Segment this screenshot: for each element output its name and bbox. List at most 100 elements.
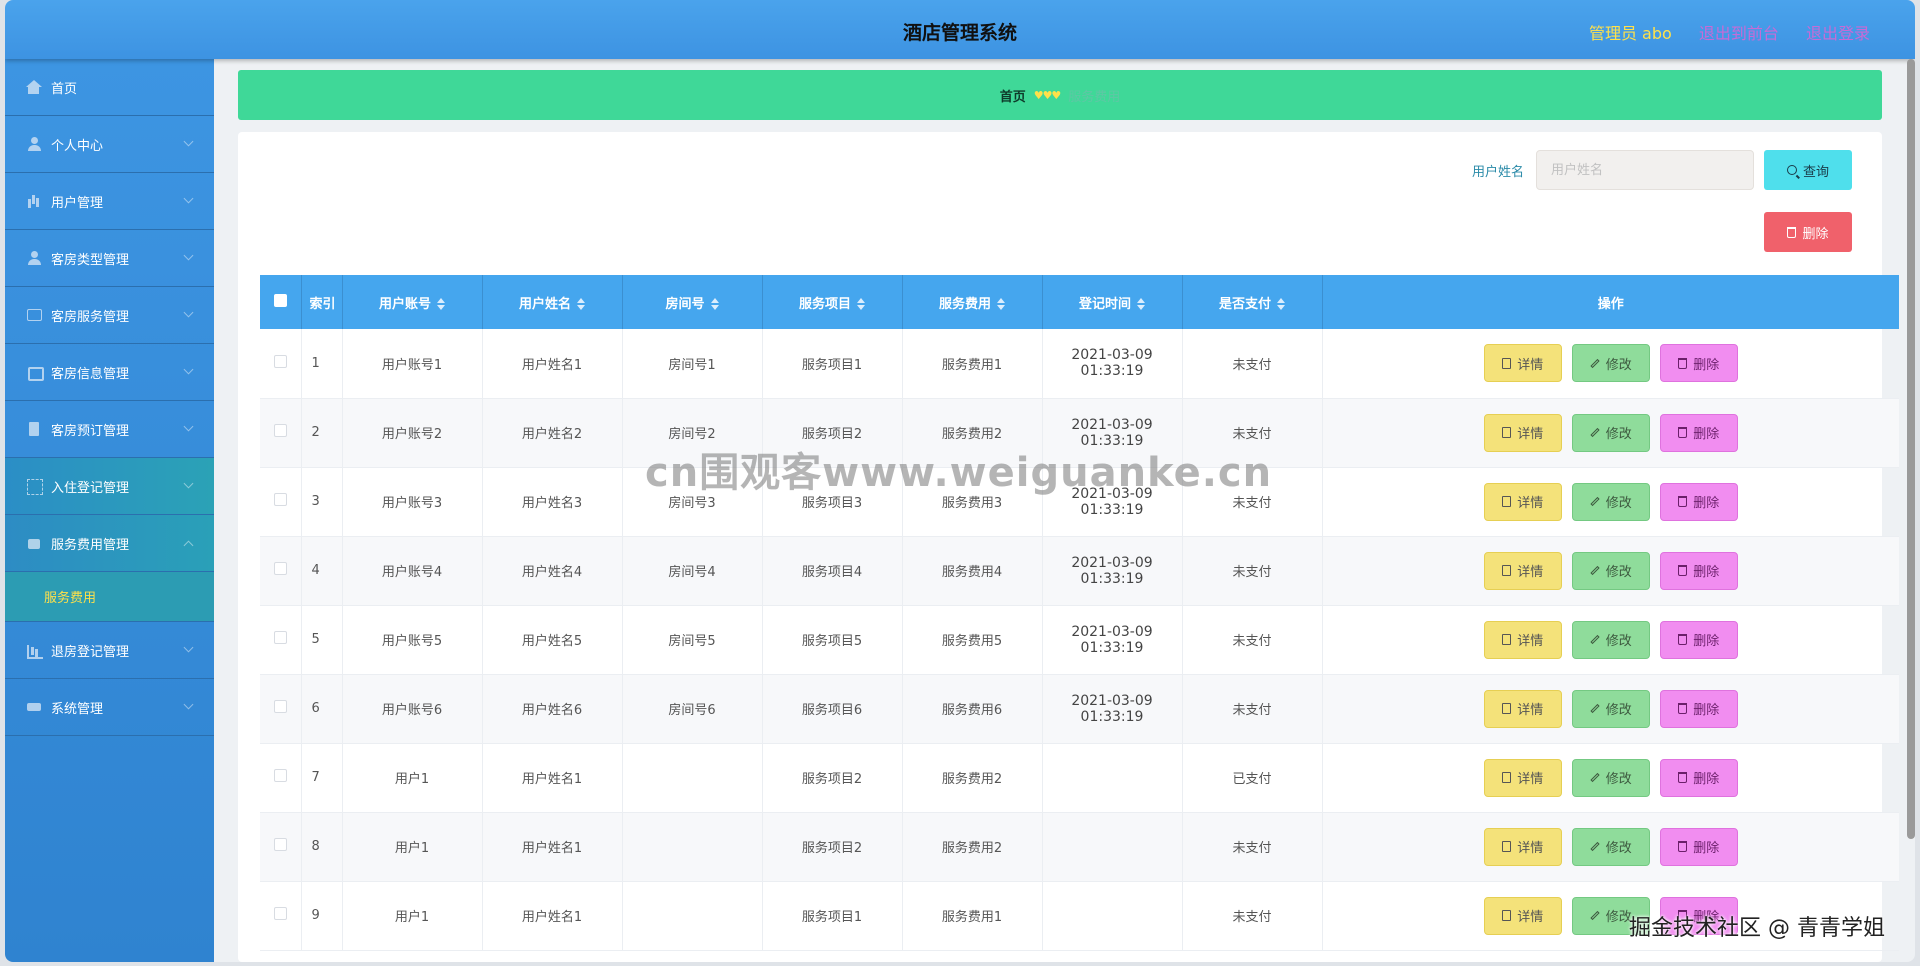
- delete-button[interactable]: 删除: [1659, 551, 1738, 590]
- column-header[interactable]: 服务项目: [762, 275, 903, 329]
- delete-button[interactable]: 删除: [1659, 827, 1738, 866]
- detail-button[interactable]: 详情: [1483, 482, 1562, 521]
- edit-button[interactable]: 修改: [1571, 344, 1650, 383]
- logout-link[interactable]: 退出登录: [1806, 24, 1870, 43]
- sidebar-item-home[interactable]: 首页: [5, 59, 214, 116]
- cell-time: 2021-03-09 01:33:19: [1042, 329, 1183, 399]
- row-select-cell: [260, 881, 302, 951]
- cell-idx: 4: [301, 536, 343, 606]
- sidebar-item-user-management[interactable]: 用户管理: [5, 173, 214, 230]
- edit-button[interactable]: 修改: [1571, 827, 1650, 866]
- cell-idx: 5: [301, 605, 343, 675]
- row-actions: 详情 修改 删除: [1323, 827, 1900, 866]
- row-checkbox[interactable]: [273, 424, 287, 437]
- delete-button[interactable]: 删除: [1659, 620, 1738, 659]
- cell-name: 用户姓名5: [482, 605, 623, 675]
- row-actions-cell: 详情 修改 删除: [1322, 605, 1899, 675]
- column-header[interactable]: 服务费用: [902, 275, 1043, 329]
- row-checkbox[interactable]: [273, 907, 287, 920]
- row-checkbox[interactable]: [273, 631, 287, 644]
- detail-button-label: 详情: [1517, 427, 1544, 442]
- edit-button[interactable]: 修改: [1571, 413, 1650, 452]
- sidebar-item-checkin[interactable]: 入住登记管理: [5, 458, 214, 515]
- delete-button[interactable]: 删除: [1659, 689, 1738, 728]
- document-icon: [1502, 427, 1512, 438]
- sidebar-item-room-type[interactable]: 客房类型管理: [5, 230, 214, 287]
- cell-paid: 未支付: [1182, 674, 1323, 744]
- cell-room: [622, 812, 763, 882]
- edit-button[interactable]: 修改: [1571, 551, 1650, 590]
- detail-button[interactable]: 详情: [1483, 896, 1562, 935]
- trash-icon: [1678, 841, 1688, 852]
- edit-button[interactable]: 修改: [1571, 620, 1650, 659]
- sidebar-item-room-info[interactable]: 客房信息管理: [5, 344, 214, 401]
- sidebar-subitem-service-fee[interactable]: 服务费用: [5, 572, 214, 622]
- table-header-row: 索引 用户账号 用户姓名 房间号 服务项目 服务费用 登记时间 是否支付 操作: [260, 275, 1899, 329]
- column-header[interactable]: 用户姓名: [482, 275, 623, 329]
- edit-button[interactable]: 修改: [1571, 689, 1650, 728]
- row-actions: 详情 修改 删除: [1323, 482, 1900, 521]
- sort-icon[interactable]: [997, 298, 1005, 310]
- detail-button[interactable]: 详情: [1483, 344, 1562, 383]
- edit-button-label: 修改: [1605, 565, 1632, 580]
- back-to-frontend-link[interactable]: 退出到前台: [1699, 24, 1779, 43]
- breadcrumb-home[interactable]: 首页: [1000, 86, 1026, 105]
- row-actions-cell: 详情 修改 删除: [1322, 329, 1899, 399]
- edit-button[interactable]: 修改: [1571, 482, 1650, 521]
- table-row: 7 用户1 用户姓名1 服务项目2 服务费用2 已支付 详情 修改 删除: [260, 743, 1899, 813]
- sidebar-item-room-booking[interactable]: 客房预订管理: [5, 401, 214, 458]
- batch-delete-button[interactable]: 删除: [1764, 212, 1852, 252]
- search-button[interactable]: 查询: [1764, 150, 1852, 190]
- chat-icon: [27, 308, 42, 322]
- detail-button[interactable]: 详情: [1483, 620, 1562, 659]
- delete-button[interactable]: 删除: [1659, 413, 1738, 452]
- detail-button[interactable]: 详情: [1483, 413, 1562, 452]
- detail-button[interactable]: 详情: [1483, 758, 1562, 797]
- row-select-cell: [260, 329, 302, 399]
- column-header[interactable]: 是否支付: [1182, 275, 1323, 329]
- search-input[interactable]: [1536, 150, 1754, 190]
- sort-icon[interactable]: [857, 298, 865, 310]
- detail-button-label: 详情: [1517, 357, 1544, 373]
- select-all-checkbox[interactable]: [273, 293, 287, 307]
- sidebar-item-system[interactable]: 系统管理: [5, 679, 214, 736]
- sort-icon[interactable]: [577, 298, 585, 310]
- trash-icon: [1787, 226, 1797, 238]
- row-checkbox[interactable]: [273, 562, 287, 575]
- cell-name: 用户姓名3: [482, 467, 623, 537]
- chevron-down-icon: [183, 364, 194, 375]
- delete-button[interactable]: 删除: [1659, 758, 1738, 797]
- vertical-scrollbar[interactable]: [1907, 59, 1915, 839]
- column-header[interactable]: 用户账号: [342, 275, 483, 329]
- delete-button[interactable]: 删除: [1659, 344, 1738, 383]
- row-select-cell: [260, 812, 302, 882]
- sidebar-item-service-fee[interactable]: 服务费用管理: [5, 515, 214, 572]
- row-checkbox[interactable]: [273, 700, 287, 713]
- sidebar-item-checkout[interactable]: 退房登记管理: [5, 622, 214, 679]
- edit-button[interactable]: 修改: [1571, 758, 1650, 797]
- document-icon: [1502, 841, 1512, 852]
- document-icon: [1502, 565, 1512, 576]
- sort-icon[interactable]: [710, 298, 719, 310]
- cell-name: 用户姓名6: [482, 674, 623, 744]
- row-checkbox[interactable]: [273, 493, 287, 506]
- detail-button-label: 详情: [1517, 772, 1544, 787]
- sort-icon[interactable]: [437, 298, 445, 310]
- detail-button[interactable]: 详情: [1483, 689, 1562, 728]
- chevron-down-icon: [183, 699, 194, 710]
- search-icon: [1786, 165, 1797, 175]
- detail-button[interactable]: 详情: [1483, 827, 1562, 866]
- delete-button[interactable]: 删除: [1659, 482, 1738, 521]
- sidebar-item-personal-center[interactable]: 个人中心: [5, 116, 214, 173]
- column-header[interactable]: 房间号: [622, 275, 763, 329]
- sidebar-item-room-service[interactable]: 客房服务管理: [5, 287, 214, 344]
- cell-idx: 8: [301, 812, 343, 882]
- detail-button[interactable]: 详情: [1483, 551, 1562, 590]
- column-header: 操作: [1322, 275, 1899, 329]
- row-checkbox[interactable]: [273, 769, 287, 782]
- sort-icon[interactable]: [1137, 298, 1145, 310]
- sort-icon[interactable]: [1277, 298, 1285, 310]
- row-checkbox[interactable]: [273, 354, 287, 368]
- row-checkbox[interactable]: [273, 838, 287, 851]
- column-header[interactable]: 登记时间: [1042, 275, 1183, 329]
